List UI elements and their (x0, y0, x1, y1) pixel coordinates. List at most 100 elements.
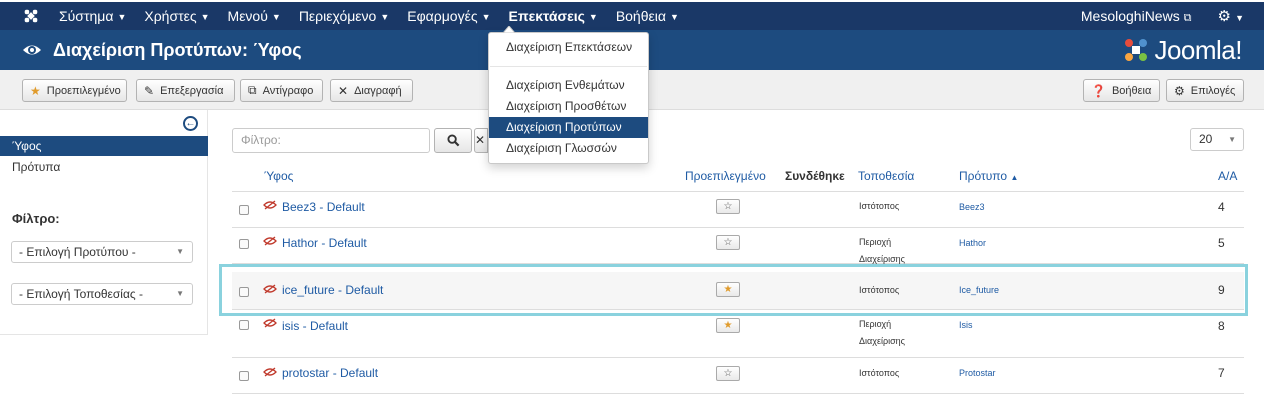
column-header-default[interactable]: Προεπιλεγμένο (685, 169, 766, 183)
default-star-button[interactable]: ★ (716, 318, 740, 333)
collapse-sidebar-icon[interactable]: ← (183, 116, 198, 131)
row-template-link[interactable]: Beez3 (959, 202, 985, 212)
caret-down-icon: ▼ (669, 12, 679, 23)
row-checkbox[interactable] (239, 239, 249, 249)
help-label: Βοήθεια (1111, 84, 1152, 97)
column-header-assigned: Συνδέθηκε (785, 169, 845, 183)
menu-help[interactable]: Βοήθεια ▼ (607, 2, 688, 30)
sidebar: ← Ύφος Πρότυπα Φίλτρο: - Επιλογή Προτύπο… (0, 110, 208, 335)
row-template-link[interactable]: Protostar (959, 368, 996, 378)
joomla-brand-text: Joomla! (1154, 34, 1242, 65)
star-icon: ★ (30, 83, 41, 98)
duplicate-button[interactable]: ⧉ Αντίγραφο (240, 79, 323, 102)
menu-components-label: Εφαρμογές (407, 8, 478, 24)
column-header-template[interactable]: Πρότυπο ▲ (959, 169, 1018, 183)
row-location: Περιοχή Διαχείρισης (859, 319, 905, 346)
top-navbar: Σύστημα ▼ Χρήστες ▼ Μενού ▼ Περιεχόμενο ▼ Εφ… (0, 0, 1264, 30)
template-filter-value: - Επιλογή Προτύπου - (19, 245, 136, 259)
sidebar-item-templates[interactable]: Πρότυπα (12, 160, 60, 174)
menu-components[interactable]: Εφαρμογές ▼ (398, 2, 499, 30)
gear-icon: ⚙ (1174, 83, 1185, 98)
row-template-link[interactable]: Hathor (959, 238, 986, 248)
template-filter-select[interactable]: - Επιλογή Προτύπου - ▼ (11, 241, 193, 263)
row-checkbox[interactable] (239, 320, 249, 330)
menu-content-label: Περιεχόμενο (298, 8, 377, 24)
chevron-down-icon: ▼ (1228, 135, 1236, 144)
style-name-link[interactable]: isis - Default (282, 319, 348, 333)
location-filter-value: - Επιλογή Τοποθεσίας - (19, 287, 144, 301)
menu-content[interactable]: Περιεχόμενο ▼ (290, 2, 398, 30)
column-header-style[interactable]: Ύφος (264, 169, 293, 183)
clear-search-button[interactable]: ✕ (474, 128, 488, 153)
style-name-link[interactable]: Beez3 - Default (282, 200, 365, 214)
question-icon: ❓ (1091, 83, 1106, 98)
star-outline-icon: ☆ (723, 201, 733, 212)
row-id: 5 (1218, 236, 1225, 250)
options-label: Επιλογές (1190, 84, 1236, 97)
caret-down-icon: ▼ (481, 12, 491, 23)
eye-slash-icon (263, 236, 277, 246)
close-icon: ✕ (475, 133, 486, 147)
caret-down-icon: ▼ (380, 12, 390, 23)
row-highlight-frame (219, 264, 1248, 316)
menu-users[interactable]: Χρήστες ▼ (135, 2, 218, 30)
row-template-link[interactable]: Isis (959, 320, 973, 330)
row-checkbox[interactable] (239, 205, 249, 215)
set-default-star-button[interactable]: ☆ (716, 235, 740, 250)
row-id: 7 (1218, 366, 1225, 380)
menu-item-template-manager[interactable]: Διαχείριση Προτύπων (489, 117, 648, 138)
menu-extensions[interactable]: Επεκτάσεις ▼ (500, 2, 607, 30)
menu-item-module-manager[interactable]: Διαχείριση Ενθεμάτων (489, 75, 648, 96)
column-header-template-label: Πρότυπο (959, 169, 1008, 183)
make-default-label: Προεπιλεγμένο (46, 84, 121, 97)
menu-item-extension-manager[interactable]: Διαχείριση Επεκτάσεων (489, 37, 648, 58)
set-default-star-button[interactable]: ☆ (716, 366, 740, 381)
set-default-star-button[interactable]: ☆ (716, 199, 740, 214)
duplicate-label: Αντίγραφο (262, 84, 314, 97)
page-title: Διαχείριση Προτύπων: Ύφος (53, 40, 302, 60)
gear-icon[interactable]: ⚙ ▼ (1217, 7, 1244, 25)
menu-item-language-manager[interactable]: Διαχείριση Γλωσσών (489, 138, 648, 159)
sidebar-filter-label: Φίλτρο: (12, 211, 60, 226)
column-header-id[interactable]: Α/Α (1218, 169, 1237, 183)
menu-system[interactable]: Σύστημα ▼ (50, 2, 135, 30)
menu-menus[interactable]: Μενού ▼ (219, 2, 290, 30)
eye-slash-icon (263, 318, 277, 328)
list-limit-select[interactable]: 20 ▼ (1190, 128, 1244, 151)
star-outline-icon: ☆ (723, 237, 733, 248)
joomla-logo-icon[interactable] (22, 7, 40, 25)
menu-extensions-label: Επεκτάσεις (508, 8, 585, 24)
column-header-location[interactable]: Τοποθεσία (858, 169, 914, 183)
copy-icon: ⧉ (248, 83, 257, 97)
location-filter-select[interactable]: - Επιλογή Τοποθεσίας - ▼ (11, 283, 193, 305)
row-location: Ιστότοπος (859, 368, 900, 378)
star-filled-icon: ★ (723, 320, 733, 331)
options-button[interactable]: ⚙ Επιλογές (1166, 79, 1244, 102)
make-default-button[interactable]: ★ Προεπιλεγμένο (22, 79, 127, 102)
caret-down-icon: ▼ (200, 12, 210, 23)
navbar-right: MesologhiNews ⧉ ⚙ ▼ (1081, 2, 1244, 30)
search-button[interactable] (434, 128, 472, 153)
row-checkbox[interactable] (239, 371, 249, 381)
menu-item-plugin-manager[interactable]: Διαχείριση Προσθέτων (489, 96, 648, 117)
sort-ascending-icon: ▲ (1010, 173, 1019, 182)
delete-button[interactable]: ✕ Διαγραφή (330, 79, 413, 102)
style-name-link[interactable]: Hathor - Default (282, 236, 367, 250)
chevron-down-icon: ▼ (176, 289, 184, 298)
table-row: isis - Default ★ Περιοχή Διαχείρισης Isi… (232, 310, 1244, 358)
eye-icon (23, 45, 41, 55)
search-input[interactable]: Φίλτρο: (232, 128, 430, 153)
edit-button[interactable]: ✎ Επεξεργασία (136, 79, 235, 102)
menu-menus-label: Μενού (227, 8, 268, 24)
site-link[interactable]: MesologhiNews ⧉ (1081, 8, 1192, 25)
extensions-dropdown-menu: Διαχείριση Επεκτάσεων Διαχείριση Ενθεμάτ… (488, 26, 649, 164)
menu-divider (490, 66, 647, 67)
menu-system-label: Σύστημα (59, 8, 114, 24)
row-id: 8 (1218, 319, 1225, 333)
style-name-link[interactable]: protostar - Default (282, 366, 378, 380)
row-id: 4 (1218, 200, 1225, 214)
search-icon (446, 134, 459, 147)
help-button[interactable]: ❓ Βοήθεια (1083, 79, 1160, 102)
sidebar-item-styles[interactable]: Ύφος (0, 136, 208, 156)
list-limit-value: 20 (1199, 132, 1213, 146)
